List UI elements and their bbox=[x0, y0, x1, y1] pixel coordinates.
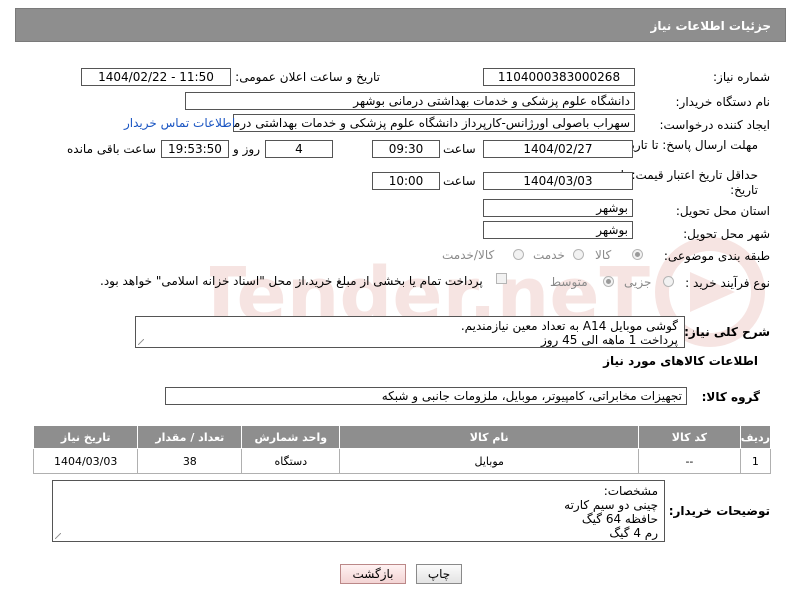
table-row[interactable]: 1 -- موبایل دستگاه 38 1404/03/03 bbox=[32, 448, 772, 474]
col-header-date: تاریخ نیاز bbox=[32, 425, 139, 449]
city-label: شهر محل تحویل: bbox=[683, 227, 770, 241]
cell-unit: دستگاه bbox=[241, 448, 341, 474]
days-label: روز و bbox=[233, 142, 260, 156]
announce-label: تاریخ و ساعت اعلان عمومی: bbox=[235, 70, 380, 84]
goods-group-label: گروه کالا: bbox=[701, 390, 760, 404]
price-time-field: 10:00 bbox=[372, 172, 440, 190]
cell-row: 1 bbox=[739, 448, 772, 474]
summary-line-2: پرداخت 1 ماهه الی 45 روز bbox=[540, 333, 678, 347]
buyer-org-label: نام دستگاه خریدار: bbox=[675, 95, 771, 109]
payment-note: پرداخت تمام یا بخشی از مبلغ خرید،از محل … bbox=[100, 274, 483, 288]
goods-group-field: تجهیزات مخابراتی، کامپیوتر، موبایل، ملزو… bbox=[165, 387, 687, 405]
category-radio-goods-service[interactable] bbox=[513, 249, 524, 260]
resize-grip-icon[interactable] bbox=[55, 533, 61, 539]
goods-info-title: اطلاعات کالاهای مورد نیاز bbox=[603, 354, 758, 368]
cell-code: -- bbox=[638, 448, 741, 474]
treasury-checkbox[interactable] bbox=[496, 273, 507, 284]
cell-name: موبایل bbox=[339, 448, 640, 474]
process-option-medium: متوسط bbox=[550, 275, 588, 289]
buyer-notes-line-3: حافظه 64 گیگ bbox=[581, 512, 658, 526]
buyer-notes-label: توضیحات خریدار: bbox=[668, 504, 770, 518]
summary-textarea[interactable]: گوشی موبایل A14 به تعداد معین نیازمندیم.… bbox=[135, 316, 685, 348]
buyer-notes-line-2: چینی دو سیم کارته bbox=[564, 498, 658, 512]
cell-qty: 38 bbox=[137, 448, 243, 474]
category-label: طبقه بندی موضوعی: bbox=[663, 249, 770, 263]
cell-date: 1404/03/03 bbox=[32, 448, 139, 474]
table-header-row: ردیف کد کالا نام کالا واحد شمارش تعداد /… bbox=[32, 425, 772, 449]
province-field: بوشهر bbox=[483, 199, 633, 217]
process-radio-medium[interactable] bbox=[603, 276, 614, 287]
category-radio-goods[interactable] bbox=[632, 249, 643, 260]
col-header-unit: واحد شمارش bbox=[241, 425, 341, 449]
col-header-row: ردیف bbox=[739, 425, 772, 449]
province-label: استان محل تحویل: bbox=[675, 204, 770, 218]
process-option-minor: جزیی bbox=[624, 275, 652, 289]
category-option-goods-service: کالا/خدمت bbox=[442, 248, 495, 262]
remaining-time-field: 19:53:50 bbox=[161, 140, 229, 158]
back-button[interactable]: بازگشت bbox=[340, 564, 406, 584]
category-radio-service[interactable] bbox=[573, 249, 584, 260]
summary-line-1: گوشی موبایل A14 به تعداد معین نیازمندیم. bbox=[460, 319, 678, 333]
need-number-label: شماره نیاز: bbox=[713, 70, 770, 84]
col-header-qty: تعداد / مقدار bbox=[137, 425, 243, 449]
need-number-field: 1104000383000268 bbox=[483, 68, 635, 86]
requester-label: ایجاد کننده درخواست: bbox=[659, 118, 770, 132]
city-field: بوشهر bbox=[483, 221, 633, 239]
buyer-org-field: دانشگاه علوم پزشکی و خدمات بهداشتی درمان… bbox=[185, 92, 635, 110]
buyer-notes-line-1: مشخصات: bbox=[603, 484, 658, 498]
col-header-code: کد کالا bbox=[638, 425, 741, 449]
days-field: 4 bbox=[265, 140, 333, 158]
process-radio-minor[interactable] bbox=[663, 276, 674, 287]
print-button[interactable]: چاپ bbox=[416, 564, 462, 584]
reply-time-label: ساعت bbox=[443, 142, 476, 156]
remaining-label: ساعت باقی مانده bbox=[67, 142, 157, 156]
reply-date-field: 1404/02/27 bbox=[483, 140, 633, 158]
category-option-service: خدمت bbox=[533, 248, 565, 262]
items-table: ردیف کد کالا نام کالا واحد شمارش تعداد /… bbox=[32, 425, 772, 474]
reply-time-field: 09:30 bbox=[372, 140, 440, 158]
buyer-contact-link[interactable]: اطلاعات تماس خریدار bbox=[124, 116, 235, 130]
process-label: نوع فرآیند خرید : bbox=[685, 276, 770, 290]
requester-field: سهراب باصولی اورژانس-کارپرداز دانشگاه عل… bbox=[233, 114, 635, 132]
announce-field: 1404/02/22 - 11:50 bbox=[81, 68, 231, 86]
buyer-notes-line-4: رم 4 گیگ bbox=[609, 526, 658, 540]
resize-grip-icon[interactable] bbox=[138, 339, 144, 345]
category-option-goods: کالا bbox=[595, 248, 612, 262]
page-header: جزئیات اطلاعات نیاز bbox=[15, 8, 786, 42]
col-header-name: نام کالا bbox=[339, 425, 640, 449]
buyer-notes-textarea[interactable]: مشخصات: چینی دو سیم کارته حافظه 64 گیگ ر… bbox=[52, 480, 665, 542]
price-date-field: 1404/03/03 bbox=[483, 172, 633, 190]
page-title: جزئیات اطلاعات نیاز bbox=[650, 19, 771, 33]
summary-label: شرح کلی نیاز: bbox=[684, 325, 770, 339]
price-time-label: ساعت bbox=[443, 174, 476, 188]
